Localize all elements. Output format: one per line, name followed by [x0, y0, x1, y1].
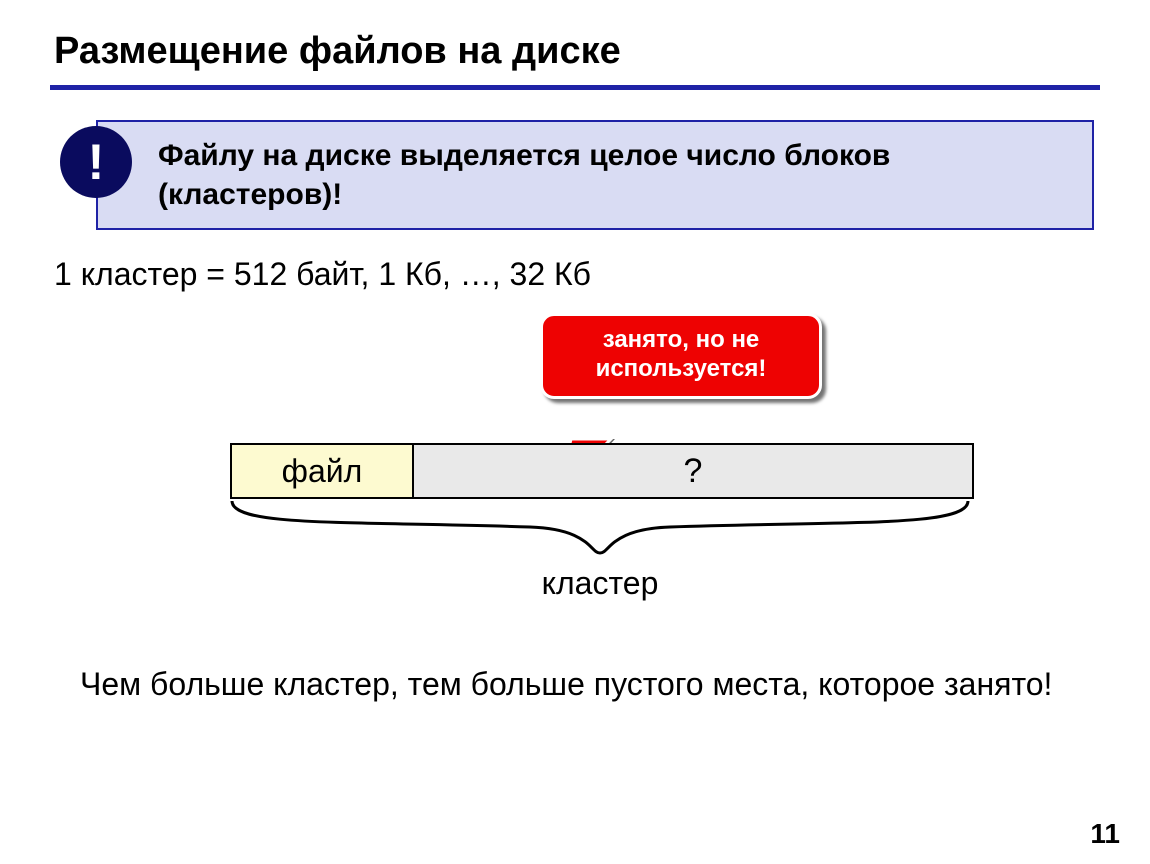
cluster-brace-label: кластер [230, 565, 970, 602]
title-underline [50, 85, 1100, 90]
unused-segment: ? [414, 445, 972, 497]
exclamation-icon: ! [60, 126, 132, 198]
bubble-line-2: используется! [596, 355, 767, 382]
page-number: 11 [1090, 818, 1120, 850]
conclusion-text: Чем больше кластер, тем больше пустого м… [80, 663, 1090, 706]
callout: ! Файлу на диске выделяется целое число … [96, 120, 1094, 230]
bubble-line-1: занято, но не [603, 326, 760, 353]
cluster-bar: файл ? [230, 443, 974, 499]
callout-text: Файлу на диске выделяется целое число бл… [96, 120, 1094, 230]
speech-bubble: занято, но не используется! [540, 313, 822, 399]
curly-brace-icon [230, 499, 970, 559]
slide-title: Размещение файлов на диске [54, 30, 1100, 73]
cluster-diagram: занято, но не используется! файл ? класт… [50, 313, 1100, 633]
cluster-size-text: 1 кластер = 512 байт, 1 Кб, …, 32 Кб [54, 256, 1100, 293]
slide: Размещение файлов на диске ! Файлу на ди… [0, 0, 1150, 864]
file-segment: файл [232, 445, 414, 497]
